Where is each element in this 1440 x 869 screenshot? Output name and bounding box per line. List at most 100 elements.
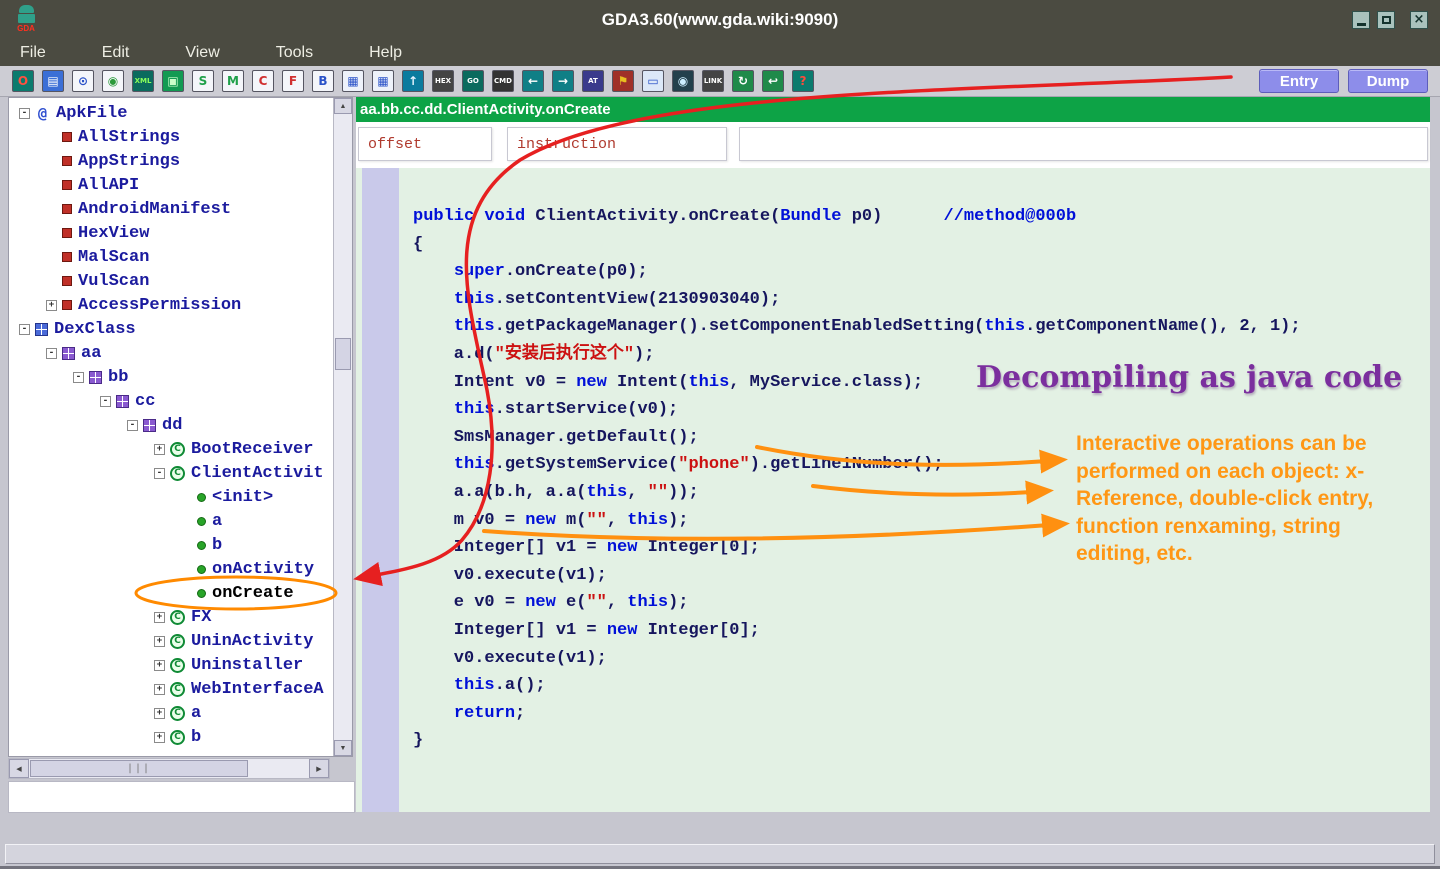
expander-plus-icon[interactable]: + — [154, 684, 165, 695]
tree-item-clientactivit[interactable]: -CClientActivit — [9, 461, 333, 485]
code-line[interactable]: a.a(b.h, a.a(this, "")); — [413, 479, 1430, 507]
code-line[interactable]: Integer[] v1 = new Integer[0]; — [413, 534, 1430, 562]
hex-icon[interactable]: HEX — [432, 70, 454, 92]
tree-item-allstrings[interactable]: AllStrings — [9, 125, 333, 149]
undo-icon[interactable]: ↩ — [762, 70, 784, 92]
tree-label[interactable]: onCreate — [212, 584, 294, 603]
code-line[interactable]: } — [413, 727, 1430, 755]
tree-label[interactable]: AppStrings — [78, 152, 180, 171]
tree-item-webinterfacea[interactable]: +CWebInterfaceA — [9, 677, 333, 701]
tree-label[interactable]: AndroidManifest — [78, 200, 231, 219]
code-line[interactable]: { — [413, 231, 1430, 259]
code-line[interactable]: e v0 = new e("", this); — [413, 589, 1430, 617]
tree-item-bb[interactable]: -bb — [9, 365, 333, 389]
code-line[interactable]: this.getPackageManager().setComponentEna… — [413, 313, 1430, 341]
tree-label[interactable]: FX — [191, 608, 211, 627]
help-icon[interactable]: ? — [792, 70, 814, 92]
tree-item-accesspermission[interactable]: + AccessPermission — [9, 293, 333, 317]
tree-item-malscan[interactable]: MalScan — [9, 245, 333, 269]
code-line[interactable]: m v0 = new m("", this); — [413, 507, 1430, 535]
tree-label[interactable]: UninActivity — [191, 632, 313, 651]
menu-tools[interactable]: Tools — [276, 44, 313, 62]
tree-label[interactable]: AccessPermission — [78, 296, 241, 315]
tree-item-uninactivity[interactable]: +CUninActivity — [9, 629, 333, 653]
menu-help[interactable]: Help — [369, 44, 402, 62]
forward-icon[interactable]: → — [552, 70, 574, 92]
expander-minus-icon[interactable]: - — [127, 420, 138, 431]
scroll-up-icon[interactable] — [334, 98, 352, 114]
smali-icon[interactable]: S — [192, 70, 214, 92]
tree-item-init[interactable]: <init> — [9, 485, 333, 509]
code-line[interactable]: v0.execute(v1); — [413, 645, 1430, 673]
code-line[interactable]: super.onCreate(p0); — [413, 258, 1430, 286]
expander-plus-icon[interactable]: + — [154, 660, 165, 671]
tree-label[interactable]: BootReceiver — [191, 440, 313, 459]
tree-item-fx[interactable]: +CFX — [9, 605, 333, 629]
search-icon[interactable]: ⊙ — [72, 70, 94, 92]
tree-label[interactable]: aa — [81, 344, 101, 363]
expander-minus-icon[interactable]: - — [19, 324, 30, 335]
code-line[interactable]: return; — [413, 700, 1430, 728]
restore-icon[interactable] — [1377, 11, 1395, 29]
code-line[interactable]: Integer[] v1 = new Integer[0]; — [413, 617, 1430, 645]
expander-minus-icon[interactable]: - — [100, 396, 111, 407]
tree-label[interactable]: MalScan — [78, 248, 149, 267]
upload-icon[interactable]: ↑ — [402, 70, 424, 92]
tree-item-vulscan[interactable]: VulScan — [9, 269, 333, 293]
minimize-icon[interactable] — [1352, 11, 1370, 29]
expander-minus-icon[interactable]: - — [46, 348, 57, 359]
tree-label[interactable]: DexClass — [54, 320, 136, 339]
device-icon[interactable]: ▦ — [342, 70, 364, 92]
tree-horizontal-scrollbar[interactable] — [8, 758, 330, 779]
tree-label[interactable]: HexView — [78, 224, 149, 243]
tree-vertical-scrollbar[interactable] — [333, 98, 352, 756]
tree-item-hexview[interactable]: HexView — [9, 221, 333, 245]
tree-label[interactable]: AllAPI — [78, 176, 139, 195]
window-icon[interactable]: ▭ — [642, 70, 664, 92]
expander-plus-icon[interactable]: + — [154, 636, 165, 647]
expander-plus-icon[interactable]: + — [46, 300, 57, 311]
device2-icon[interactable]: ▦ — [372, 70, 394, 92]
tree-label[interactable]: ClientActivit — [191, 464, 324, 483]
code-line[interactable]: public void ClientActivity.onCreate(Bund… — [413, 203, 1430, 231]
code-line[interactable]: this.a(); — [413, 672, 1430, 700]
tree-item-b[interactable]: +Cb — [9, 725, 333, 749]
tree-item-androidmanifest[interactable]: AndroidManifest — [9, 197, 333, 221]
tree-item-allapi[interactable]: AllAPI — [9, 173, 333, 197]
dump-button[interactable]: Dump — [1348, 69, 1428, 93]
strings-icon[interactable]: ◉ — [102, 70, 124, 92]
menu-edit[interactable]: Edit — [102, 44, 130, 62]
scroll-down-icon[interactable] — [334, 740, 352, 756]
tree-item-a[interactable]: +Ca — [9, 701, 333, 725]
tree-label[interactable]: ApkFile — [56, 104, 127, 123]
tree-item-onactivity[interactable]: onActivity — [9, 557, 333, 581]
entry-button[interactable]: Entry — [1259, 69, 1339, 93]
tree-label[interactable]: onActivity — [212, 560, 314, 579]
scroll-left-icon[interactable] — [9, 759, 29, 778]
bytecode-icon[interactable]: B — [312, 70, 334, 92]
open-file-icon[interactable]: O — [12, 70, 34, 92]
field-icon[interactable]: F — [282, 70, 304, 92]
expander-plus-icon[interactable]: + — [154, 732, 165, 743]
vertical-scroll-thumb[interactable] — [335, 338, 351, 370]
expander-plus-icon[interactable]: + — [154, 444, 165, 455]
tree-label[interactable]: dd — [162, 416, 182, 435]
tree-label[interactable]: bb — [108, 368, 128, 387]
tree-item-uninstaller[interactable]: +CUninstaller — [9, 653, 333, 677]
tree-item-a[interactable]: a — [9, 509, 333, 533]
code-line[interactable]: v0.execute(v1); — [413, 562, 1430, 590]
horizontal-scroll-thumb[interactable] — [30, 760, 248, 777]
go-icon[interactable]: GO — [462, 70, 484, 92]
tree-label[interactable]: a — [212, 512, 222, 531]
code-line[interactable]: Intent v0 = new Intent(this, MyService.c… — [413, 369, 1430, 397]
code-line[interactable]: this.getSystemService("phone").getLine1N… — [413, 451, 1430, 479]
link-icon[interactable]: LINK — [702, 70, 724, 92]
tree-item-oncreate[interactable]: onCreate — [9, 581, 333, 605]
cmd-icon[interactable]: CMD — [492, 70, 514, 92]
tree-label[interactable]: <init> — [212, 488, 273, 507]
tree-item-appstrings[interactable]: AppStrings — [9, 149, 333, 173]
code-line[interactable]: this.setContentView(2130903040); — [413, 286, 1430, 314]
tree-item-apkfile[interactable]: -@ApkFile — [9, 101, 333, 125]
tree-item-cc[interactable]: -cc — [9, 389, 333, 413]
expander-minus-icon[interactable]: - — [19, 108, 30, 119]
